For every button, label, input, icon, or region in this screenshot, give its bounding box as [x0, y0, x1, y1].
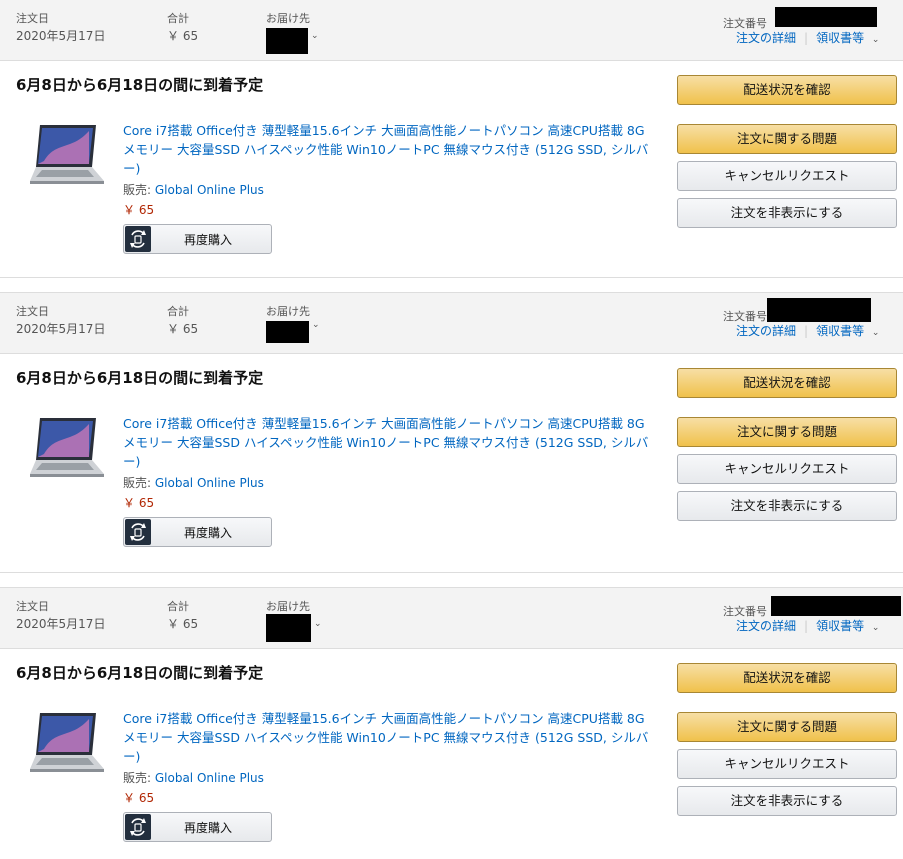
order-details-link[interactable]: 注文の詳細 — [736, 619, 796, 633]
order-total-block: 合計 ￥ 65 — [167, 12, 198, 44]
seller-link[interactable]: Global Online Plus — [155, 183, 264, 197]
order-total-label: 合計 — [167, 12, 189, 25]
buy-again-label: 再度購入 — [184, 526, 233, 540]
order-date-block: 注文日 2020年5月17日 — [16, 600, 105, 632]
order-card: 注文日 2020年5月17日 合計 ￥ 65 お届け先 ⌄ 注文番号 注文の詳細… — [0, 587, 903, 859]
order-problem-button[interactable]: 注文に関する問題 — [677, 124, 897, 154]
product-title-link[interactable]: Core i7搭載 Office付き 薄型軽量15.6インチ 大画面高性能ノート… — [123, 414, 653, 471]
chevron-down-icon[interactable]: ⌄ — [872, 623, 880, 633]
order-links: 注文の詳細 | 領収書等 ⌄ — [736, 619, 880, 633]
laptop-thumbnail[interactable] — [26, 121, 106, 191]
order-total-value: ￥ 65 — [167, 617, 199, 631]
product-title-link[interactable]: Core i7搭載 Office付き 薄型軽量15.6インチ 大画面高性能ノート… — [123, 709, 653, 766]
track-package-button[interactable]: 配送状況を確認 — [677, 663, 897, 693]
seller-link[interactable]: Global Online Plus — [155, 476, 264, 490]
ship-to-label: お届け先 — [266, 600, 310, 613]
order-links: 注文の詳細 | 領収書等 ⌄ — [736, 31, 880, 45]
chevron-down-icon[interactable]: ⌄ — [314, 619, 322, 629]
redacted-order-number — [767, 298, 871, 322]
order-header: 注文日 2020年5月17日 合計 ￥ 65 お届け先 ⌄ 注文番号 注文の詳細… — [0, 292, 903, 354]
order-links: 注文の詳細 | 領収書等 ⌄ — [736, 324, 880, 338]
chevron-down-icon[interactable]: ⌄ — [872, 35, 880, 45]
track-package-button[interactable]: 配送状況を確認 — [677, 75, 897, 105]
cancel-request-button[interactable]: キャンセルリクエスト — [677, 749, 897, 779]
buy-again-button[interactable]: 再度購入 — [123, 224, 272, 254]
seller-line: 販売: Global Online Plus — [123, 181, 264, 198]
cancel-request-button[interactable]: キャンセルリクエスト — [677, 454, 897, 484]
seller-line: 販売: Global Online Plus — [123, 769, 264, 786]
cancel-request-button[interactable]: キャンセルリクエスト — [677, 161, 897, 191]
order-body: 6月8日から6月18日の間に到着予定 Core i7搭載 Office付き 薄型… — [0, 649, 903, 859]
hide-order-button[interactable]: 注文を非表示にする — [677, 491, 897, 521]
rebuy-icon — [125, 814, 151, 840]
laptop-thumbnail[interactable] — [26, 414, 106, 484]
order-body: 6月8日から6月18日の間に到着予定 Core i7搭載 Office付き 薄型… — [0, 354, 903, 568]
item-price: ￥ 65 — [123, 496, 155, 510]
rebuy-icon — [125, 519, 151, 545]
redacted-order-number — [775, 7, 877, 27]
seller-prefix: 販売: — [123, 476, 155, 490]
chevron-down-icon[interactable]: ⌄ — [312, 320, 320, 330]
item-price: ￥ 65 — [123, 203, 155, 217]
order-total-value: ￥ 65 — [167, 322, 199, 336]
order-date-label: 注文日 — [16, 12, 49, 25]
redacted-recipient — [266, 321, 309, 343]
buy-again-label: 再度購入 — [184, 821, 233, 835]
item-price: ￥ 65 — [123, 791, 155, 805]
order-header: 注文日 2020年5月17日 合計 ￥ 65 お届け先 ⌄ 注文番号 注文の詳細… — [0, 0, 903, 61]
receipt-link[interactable]: 領収書等 — [816, 31, 864, 45]
track-package-button[interactable]: 配送状況を確認 — [677, 368, 897, 398]
product-title-link[interactable]: Core i7搭載 Office付き 薄型軽量15.6インチ 大画面高性能ノート… — [123, 121, 653, 178]
rebuy-icon — [125, 226, 151, 252]
order-date-label: 注文日 — [16, 305, 49, 318]
order-total-label: 合計 — [167, 305, 189, 318]
order-problem-button[interactable]: 注文に関する問題 — [677, 417, 897, 447]
order-date-block: 注文日 2020年5月17日 — [16, 12, 105, 44]
order-details-link[interactable]: 注文の詳細 — [736, 31, 796, 45]
chevron-down-icon[interactable]: ⌄ — [311, 31, 319, 41]
laptop-thumbnail[interactable] — [26, 709, 106, 779]
order-date-value: 2020年5月17日 — [16, 322, 106, 336]
order-problem-button[interactable]: 注文に関する問題 — [677, 712, 897, 742]
order-details-link[interactable]: 注文の詳細 — [736, 324, 796, 338]
buy-again-button[interactable]: 再度購入 — [123, 517, 272, 547]
order-header: 注文日 2020年5月17日 合計 ￥ 65 お届け先 ⌄ 注文番号 注文の詳細… — [0, 587, 903, 649]
order-date-value: 2020年5月17日 — [16, 617, 106, 631]
order-card: 注文日 2020年5月17日 合計 ￥ 65 お届け先 ⌄ 注文番号 注文の詳細… — [0, 292, 903, 578]
ship-to-block[interactable]: お届け先 ⌄ — [266, 12, 319, 58]
order-date-block: 注文日 2020年5月17日 — [16, 305, 105, 337]
order-total-label: 合計 — [167, 600, 189, 613]
redacted-order-number — [771, 596, 901, 616]
seller-line: 販売: Global Online Plus — [123, 474, 264, 491]
redacted-recipient — [266, 614, 311, 642]
buy-again-button[interactable]: 再度購入 — [123, 812, 272, 842]
ship-to-label: お届け先 — [266, 12, 310, 25]
delivery-estimate: 6月8日から6月18日の間に到着予定 — [16, 369, 264, 387]
seller-link[interactable]: Global Online Plus — [155, 771, 264, 785]
order-total-value: ￥ 65 — [167, 29, 199, 43]
delivery-estimate: 6月8日から6月18日の間に到着予定 — [16, 664, 264, 682]
ship-to-block[interactable]: お届け先 ⌄ — [266, 305, 320, 347]
order-divider — [0, 277, 903, 278]
ship-to-block[interactable]: お届け先 ⌄ — [266, 600, 322, 646]
seller-prefix: 販売: — [123, 771, 155, 785]
order-date-value: 2020年5月17日 — [16, 29, 106, 43]
ship-to-label: お届け先 — [266, 305, 310, 318]
buy-again-label: 再度購入 — [184, 233, 233, 247]
hide-order-button[interactable]: 注文を非表示にする — [677, 198, 897, 228]
receipt-link[interactable]: 領収書等 — [816, 619, 864, 633]
order-body: 6月8日から6月18日の間に到着予定 Core i7搭載 Office付き 薄型… — [0, 61, 903, 275]
order-total-block: 合計 ￥ 65 — [167, 305, 198, 337]
delivery-estimate: 6月8日から6月18日の間に到着予定 — [16, 76, 264, 94]
redacted-recipient — [266, 28, 308, 54]
hide-order-button[interactable]: 注文を非表示にする — [677, 786, 897, 816]
order-card: 注文日 2020年5月17日 合計 ￥ 65 お届け先 ⌄ 注文番号 注文の詳細… — [0, 0, 903, 285]
chevron-down-icon[interactable]: ⌄ — [872, 328, 880, 338]
receipt-link[interactable]: 領収書等 — [816, 324, 864, 338]
order-date-label: 注文日 — [16, 600, 49, 613]
order-divider — [0, 572, 903, 573]
order-total-block: 合計 ￥ 65 — [167, 600, 198, 632]
seller-prefix: 販売: — [123, 183, 155, 197]
